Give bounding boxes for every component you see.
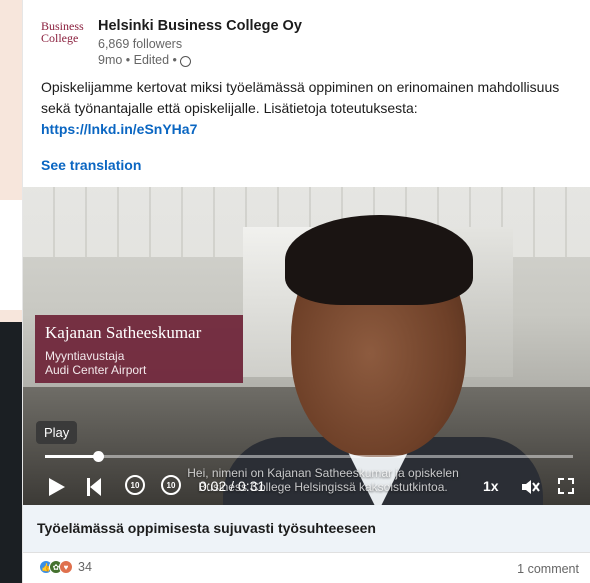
- logo-line2: College: [41, 31, 79, 45]
- video-player[interactable]: Kajanan Satheeskumar Myyntiavustaja Audi…: [23, 187, 590, 505]
- post-card: Business College Helsinki Business Colle…: [22, 0, 590, 583]
- video-progress-fill: [45, 455, 98, 458]
- post-meta: 9mo • Edited •: [98, 53, 191, 67]
- company-logo[interactable]: Business College: [41, 20, 87, 60]
- background-panel: [0, 200, 23, 310]
- post-text: Opiskelijamme kertovat miksi työelämässä…: [41, 79, 560, 116]
- video-controls: 10 10 0:02 / 0:31 1x: [23, 469, 590, 505]
- post-body: Opiskelijamme kertovat miksi työelämässä…: [41, 77, 581, 140]
- play-button[interactable]: [49, 478, 65, 496]
- company-name[interactable]: Helsinki Business College Oy: [98, 18, 302, 34]
- post-meta-text: 9mo • Edited •: [98, 53, 177, 67]
- lower-third-company: Audi Center Airport: [45, 363, 147, 377]
- globe-icon: [179, 55, 191, 67]
- follower-count: 6,869 followers: [98, 37, 183, 51]
- comment-count[interactable]: 1 comment: [517, 562, 579, 576]
- rewind-10-button[interactable]: 10: [125, 475, 145, 495]
- love-reaction-icon: ♥: [59, 560, 73, 574]
- article-title[interactable]: Työelämässä oppimisesta sujuvasti työsuh…: [37, 520, 376, 536]
- volume-button[interactable]: [520, 477, 540, 497]
- person-hair: [285, 215, 473, 305]
- post-header: Business College Helsinki Business Colle…: [41, 12, 581, 67]
- lower-third-role: Myyntiavustaja: [45, 349, 125, 363]
- article-bar[interactable]: Työelämässä oppimisesta sujuvasti työsuh…: [23, 505, 590, 553]
- lower-third-name: Kajanan Satheeskumar: [45, 323, 202, 342]
- lower-third: Kajanan Satheeskumar Myyntiavustaja Audi…: [35, 315, 243, 383]
- volume-muted-icon: [522, 480, 540, 494]
- reaction-summary[interactable]: 👍 ✿ ♥ 34: [39, 560, 92, 574]
- playback-speed-button[interactable]: 1x: [483, 478, 499, 494]
- post-link[interactable]: https://lnkd.in/eSnYHa7: [41, 119, 581, 140]
- fullscreen-button[interactable]: [558, 478, 574, 494]
- video-progress-handle[interactable]: [92, 451, 104, 462]
- skip-to-start-button[interactable]: [87, 478, 101, 496]
- see-translation-link[interactable]: See translation: [41, 157, 141, 173]
- video-progress-bar[interactable]: [45, 451, 573, 462]
- play-tooltip: Play: [36, 421, 78, 444]
- background-dark-panel: [0, 322, 22, 583]
- video-time: 0:02 / 0:31: [199, 478, 266, 494]
- reaction-count[interactable]: 34: [78, 560, 92, 574]
- forward-10-button[interactable]: 10: [161, 475, 181, 495]
